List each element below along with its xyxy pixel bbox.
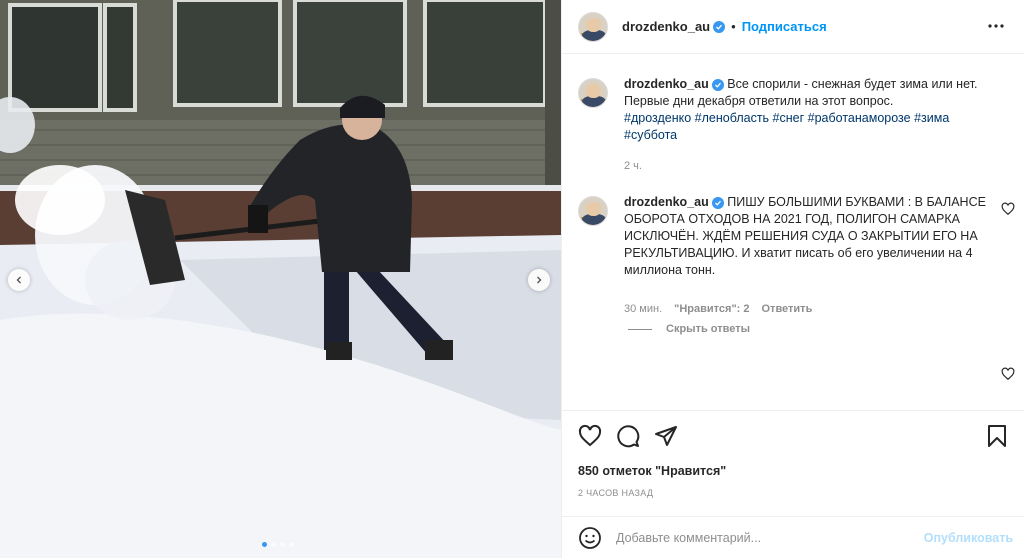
carousel-dot [271,542,276,547]
bookmark-icon [988,425,1006,447]
author-username[interactable]: drozdenko_au [622,19,710,34]
heart-icon [1001,202,1015,216]
next-slide-button[interactable] [528,269,550,291]
hashtag-link[interactable]: #зима [914,111,949,125]
post-header: drozdenko_au • Подписаться [562,0,1024,54]
previous-slide-button[interactable] [8,269,30,291]
carousel-dot [280,542,285,547]
comment-input[interactable] [616,530,916,545]
carousel-dot [289,542,294,547]
heart-icon [578,424,602,447]
hashtag-link[interactable]: #суббота [624,128,677,142]
like-reply-button[interactable] [1001,367,1015,381]
post-photo[interactable] [0,0,561,558]
like-comment-button[interactable] [1001,202,1015,216]
chevron-right-icon [537,276,542,284]
author-avatar[interactable] [578,11,608,42]
comment-button[interactable] [616,424,640,448]
emoji-button[interactable] [578,526,602,550]
share-icon [655,426,677,446]
caption-username[interactable]: drozdenko_au [624,77,709,91]
caption: drozdenko_au Все спорили - снежная будет… [578,76,1008,175]
share-button[interactable] [654,424,678,448]
comment-time[interactable]: 30 мин. [624,301,662,318]
caption-hashtags: #дрозденко #ленобласть #снег #работанамо… [624,110,994,144]
more-icon [988,24,1004,28]
like-count[interactable]: 850 отметок "Нравится" [578,464,726,478]
hashtag-link[interactable]: #ленобласть [695,111,769,125]
hashtag-link[interactable]: #снег [773,111,805,125]
reply-button[interactable]: Ответить [762,301,813,318]
more-options-button[interactable] [984,14,1008,38]
comment-icon [617,425,640,448]
carousel-indicator [262,542,294,547]
divider [628,328,652,330]
snow-shoveling-photo [0,0,561,558]
follow-button[interactable]: Подписаться [742,19,827,34]
verified-icon [711,197,724,209]
hashtag-link[interactable]: #дрозденко [624,111,691,125]
hide-replies-button[interactable]: Скрыть ответы [628,323,750,335]
comment-item: drozdenko_au ПИШУ БОЛЬШИМИ БУКВАМИ : В Б… [578,194,1008,318]
like-button[interactable] [578,424,602,448]
chevron-left-icon [16,276,21,284]
heart-icon [1001,367,1015,381]
hashtag-link[interactable]: #работанаморозе [808,111,911,125]
separator-dot: • [731,19,736,34]
comments-list[interactable]: drozdenko_au Все спорили - снежная будет… [562,55,1024,410]
comment-username[interactable]: drozdenko_au [624,195,709,209]
verified-icon [713,20,726,33]
save-button[interactable] [985,424,1009,448]
publish-button[interactable]: Опубликовать [924,531,1013,545]
hide-replies-label: Скрыть ответы [666,323,750,335]
comment-avatar[interactable] [578,196,608,226]
post-actions: 850 отметок "Нравится" 2 ЧАСОВ НАЗАД [562,410,1024,510]
caption-time[interactable]: 2 ч. [624,158,642,175]
caption-avatar[interactable] [578,78,608,108]
post-timestamp[interactable]: 2 ЧАСОВ НАЗАД [578,488,653,498]
post-details-panel: drozdenko_au • Подписаться drozdenko_au … [561,0,1024,558]
carousel-dot [262,542,267,547]
comment-likes[interactable]: "Нравится": 2 [674,301,749,318]
add-comment-bar: Опубликовать [562,516,1024,558]
emoji-icon [579,526,601,549]
verified-icon [711,79,724,91]
